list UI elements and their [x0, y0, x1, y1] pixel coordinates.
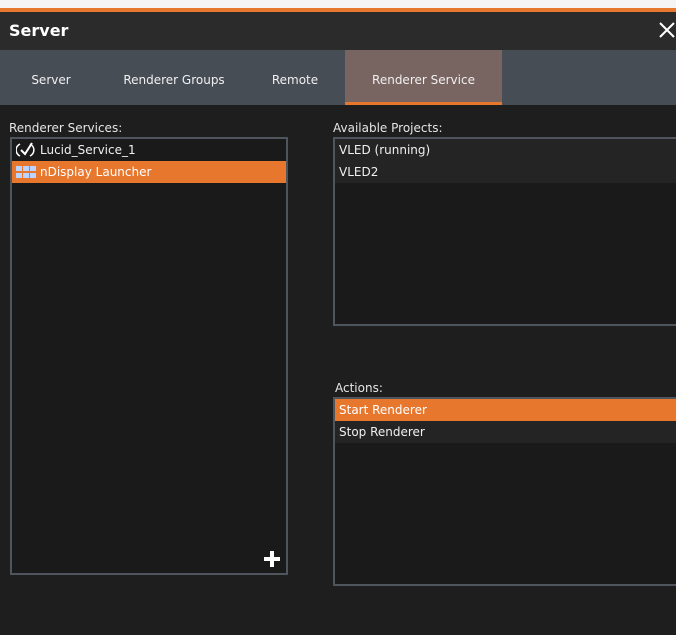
tab-bar: Server Renderer Groups Remote Renderer S… [0, 50, 676, 105]
list-item-label: Start Renderer [339, 403, 427, 417]
tab-label: Renderer Groups [123, 73, 225, 87]
actions-label: Actions: [335, 381, 383, 395]
list-item-start-renderer[interactable]: Start Renderer [335, 399, 676, 421]
actions-list[interactable]: Start Renderer Stop Renderer [333, 397, 676, 586]
list-item-label: Stop Renderer [339, 425, 425, 439]
list-item-label: VLED (running) [339, 143, 431, 157]
title-bar: Server [0, 12, 676, 50]
list-item-label: VLED2 [339, 165, 379, 179]
tab-remote[interactable]: Remote [259, 50, 331, 105]
available-projects-list[interactable]: VLED (running) VLED2 [333, 137, 676, 326]
list-item-label: nDisplay Launcher [40, 165, 152, 179]
tab-label: Server [31, 73, 71, 87]
tab-renderer-service[interactable]: Renderer Service [345, 50, 502, 105]
grid-icon [16, 166, 36, 178]
list-item-project[interactable]: VLED2 [335, 161, 676, 183]
close-icon[interactable] [654, 17, 676, 43]
tab-label: Remote [271, 73, 319, 87]
renderer-services-list[interactable]: Lucid_Service_1 nDisplay Launcher [10, 137, 288, 575]
add-icon[interactable] [261, 548, 283, 570]
active-tab-indicator [345, 102, 502, 105]
list-item-lucid-service[interactable]: Lucid_Service_1 [12, 139, 286, 161]
tab-server[interactable]: Server [20, 50, 82, 105]
tab-label: Renderer Service [372, 73, 475, 87]
list-item-project[interactable]: VLED (running) [335, 139, 676, 161]
window-top-strip [0, 0, 676, 8]
list-item-label: Lucid_Service_1 [40, 143, 136, 157]
window-title: Server [9, 21, 69, 40]
list-item-ndisplay-launcher[interactable]: nDisplay Launcher [12, 161, 286, 183]
list-item-stop-renderer[interactable]: Stop Renderer [335, 421, 676, 443]
renderer-services-label: Renderer Services: [9, 121, 123, 135]
tab-renderer-groups[interactable]: Renderer Groups [106, 50, 242, 105]
available-projects-label: Available Projects: [333, 121, 443, 135]
checkmark-circle-icon [16, 142, 35, 157]
